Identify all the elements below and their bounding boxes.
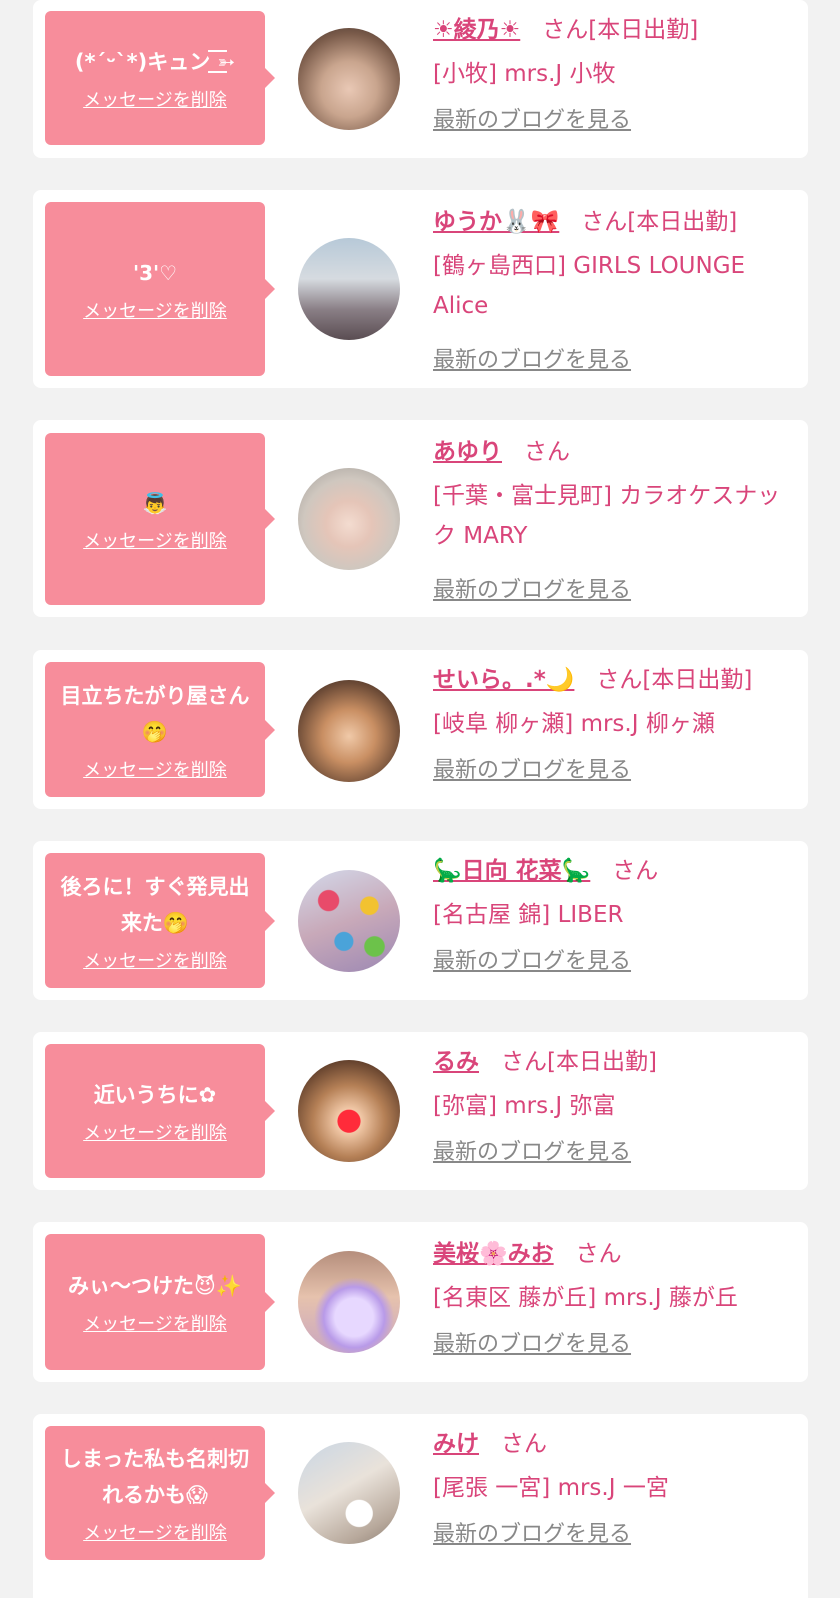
status-text: さん[本日出勤]: [542, 17, 699, 43]
message-bubble: みぃ〜つけた😈✨ メッセージを削除: [45, 1234, 275, 1370]
message-bubble: 👼 メッセージを削除: [45, 433, 275, 605]
message-card: 後ろに！すぐ発見出来た🤭 メッセージを削除 🦕日向 花菜🦕 さん [名古屋 錦] …: [33, 841, 808, 1000]
message-text: 👼: [142, 491, 168, 515]
avatar[interactable]: [298, 1442, 400, 1544]
girl-name-link[interactable]: あゆり: [433, 439, 502, 465]
view-blog-link[interactable]: 最新のブログを見る: [433, 342, 631, 374]
shop-name: [名東区 藤が丘] mrs.J 藤が丘: [433, 1285, 738, 1311]
delete-message-link[interactable]: メッセージを削除: [83, 297, 227, 323]
girl-name-link[interactable]: みけ: [433, 1431, 479, 1457]
message-card: 目立ちたがり屋さん🤭 メッセージを削除 せいら。.*🌙 さん[本日出勤] [岐阜 …: [33, 650, 808, 809]
avatar[interactable]: [298, 28, 400, 130]
message-bubble: 目立ちたがり屋さん🤭 メッセージを削除: [45, 662, 275, 797]
profile-info: ゆうか🐰🎀 さん[本日出勤] [鶴ヶ島西口] GIRLS LOUNGE Alice…: [433, 202, 790, 374]
avatar[interactable]: [298, 870, 400, 972]
delete-message-link[interactable]: メッセージを削除: [83, 756, 227, 782]
shop-name: [鶴ヶ島西口] GIRLS LOUNGE Alice: [433, 253, 746, 319]
message-card: しまった私も名刺切れるかも😱 メッセージを削除 みけ さん [尾張 一宮] mrs…: [33, 1414, 808, 1598]
message-text: 近いうちに✿: [93, 1083, 217, 1107]
view-blog-link[interactable]: 最新のブログを見る: [433, 102, 631, 134]
girl-name-link[interactable]: せいら。.*🌙: [433, 667, 574, 693]
message-card: 👼 メッセージを削除 あゆり さん [千葉・富士見町] カラオケスナック MARY…: [33, 420, 808, 617]
status-text: さん: [612, 858, 659, 884]
message-bubble: (*ˊᵕˋ*)キュン ͟͟͞͞➳ メッセージを削除: [45, 11, 275, 145]
view-blog-link[interactable]: 最新のブログを見る: [433, 752, 631, 784]
profile-info: ☀綾乃☀ さん[本日出勤] [小牧] mrs.J 小牧 最新のブログを見る: [433, 10, 790, 134]
girl-name-link[interactable]: ☀綾乃☀: [433, 17, 520, 43]
message-text: (*ˊᵕˋ*)キュン ͟͟͞͞➳: [74, 50, 236, 74]
shop-name: [千葉・富士見町] カラオケスナック MARY: [433, 483, 781, 549]
message-bubble: '3'♡ メッセージを削除: [45, 202, 275, 376]
delete-message-link[interactable]: メッセージを削除: [83, 86, 227, 112]
avatar[interactable]: [298, 1251, 400, 1353]
message-card: '3'♡ メッセージを削除 ゆうか🐰🎀 さん[本日出勤] [鶴ヶ島西口] GIRL…: [33, 190, 808, 388]
girl-name-link[interactable]: るみ: [433, 1049, 479, 1075]
avatar[interactable]: [298, 238, 400, 340]
message-text: しまった私も名刺切れるかも😱: [60, 1447, 250, 1507]
girl-name-link[interactable]: 美桜🌸みお: [433, 1241, 554, 1267]
status-text: さん: [575, 1241, 622, 1267]
view-blog-link[interactable]: 最新のブログを見る: [433, 1326, 631, 1358]
view-blog-link[interactable]: 最新のブログを見る: [433, 572, 631, 604]
message-text: '3'♡: [132, 261, 178, 285]
status-text: さん[本日出勤]: [501, 1049, 657, 1075]
message-card: みぃ〜つけた😈✨ メッセージを削除 美桜🌸みお さん [名東区 藤が丘] mrs.…: [33, 1222, 808, 1382]
message-text: みぃ〜つけた😈✨: [67, 1274, 243, 1298]
view-blog-link[interactable]: 最新のブログを見る: [433, 1134, 631, 1166]
avatar[interactable]: [298, 468, 400, 570]
delete-message-link[interactable]: メッセージを削除: [83, 947, 227, 973]
profile-info: せいら。.*🌙 さん[本日出勤] [岐阜 柳ヶ瀬] mrs.J 柳ヶ瀬 最新のブロ…: [433, 660, 790, 784]
delete-message-link[interactable]: メッセージを削除: [83, 527, 227, 553]
message-bubble: しまった私も名刺切れるかも😱 メッセージを削除: [45, 1426, 275, 1560]
message-text: 後ろに！すぐ発見出来た🤭: [60, 874, 250, 935]
profile-info: るみ さん[本日出勤] [弥富] mrs.J 弥富 最新のブログを見る: [433, 1042, 790, 1166]
profile-info: みけ さん [尾張 一宮] mrs.J 一宮 最新のブログを見る: [433, 1424, 790, 1548]
shop-name: [岐阜 柳ヶ瀬] mrs.J 柳ヶ瀬: [433, 711, 715, 737]
message-card: 近いうちに✿ メッセージを削除 るみ さん[本日出勤] [弥富] mrs.J 弥富…: [33, 1032, 808, 1190]
view-blog-link[interactable]: 最新のブログを見る: [433, 943, 631, 975]
shop-name: [名古屋 錦] LIBER: [433, 902, 624, 928]
shop-name: [弥富] mrs.J 弥富: [433, 1093, 616, 1119]
girl-name-link[interactable]: ゆうか🐰🎀: [433, 209, 559, 235]
view-blog-link[interactable]: 最新のブログを見る: [433, 1516, 631, 1548]
status-text: さん[本日出勤]: [596, 667, 753, 693]
profile-info: あゆり さん [千葉・富士見町] カラオケスナック MARY 最新のブログを見る: [433, 432, 790, 604]
message-text: 目立ちたがり屋さん🤭: [60, 683, 250, 744]
girl-name-link[interactable]: 🦕日向 花菜🦕: [433, 858, 590, 884]
message-bubble: 近いうちに✿ メッセージを削除: [45, 1044, 275, 1178]
status-text: さん: [501, 1431, 547, 1457]
delete-message-link[interactable]: メッセージを削除: [83, 1519, 227, 1545]
profile-info: 美桜🌸みお さん [名東区 藤が丘] mrs.J 藤が丘 最新のブログを見る: [433, 1234, 790, 1358]
message-card: (*ˊᵕˋ*)キュン ͟͟͞͞➳ メッセージを削除 ☀綾乃☀ さん[本日出勤] […: [33, 0, 808, 158]
profile-info: 🦕日向 花菜🦕 さん [名古屋 錦] LIBER 最新のブログを見る: [433, 851, 790, 975]
avatar[interactable]: [298, 1060, 400, 1162]
avatar[interactable]: [298, 680, 400, 782]
shop-name: [尾張 一宮] mrs.J 一宮: [433, 1475, 669, 1501]
delete-message-link[interactable]: メッセージを削除: [83, 1310, 227, 1336]
status-text: さん[本日出勤]: [581, 209, 738, 235]
message-bubble: 後ろに！すぐ発見出来た🤭 メッセージを削除: [45, 853, 275, 988]
status-text: さん: [524, 439, 570, 465]
delete-message-link[interactable]: メッセージを削除: [83, 1119, 227, 1145]
shop-name: [小牧] mrs.J 小牧: [433, 61, 616, 87]
